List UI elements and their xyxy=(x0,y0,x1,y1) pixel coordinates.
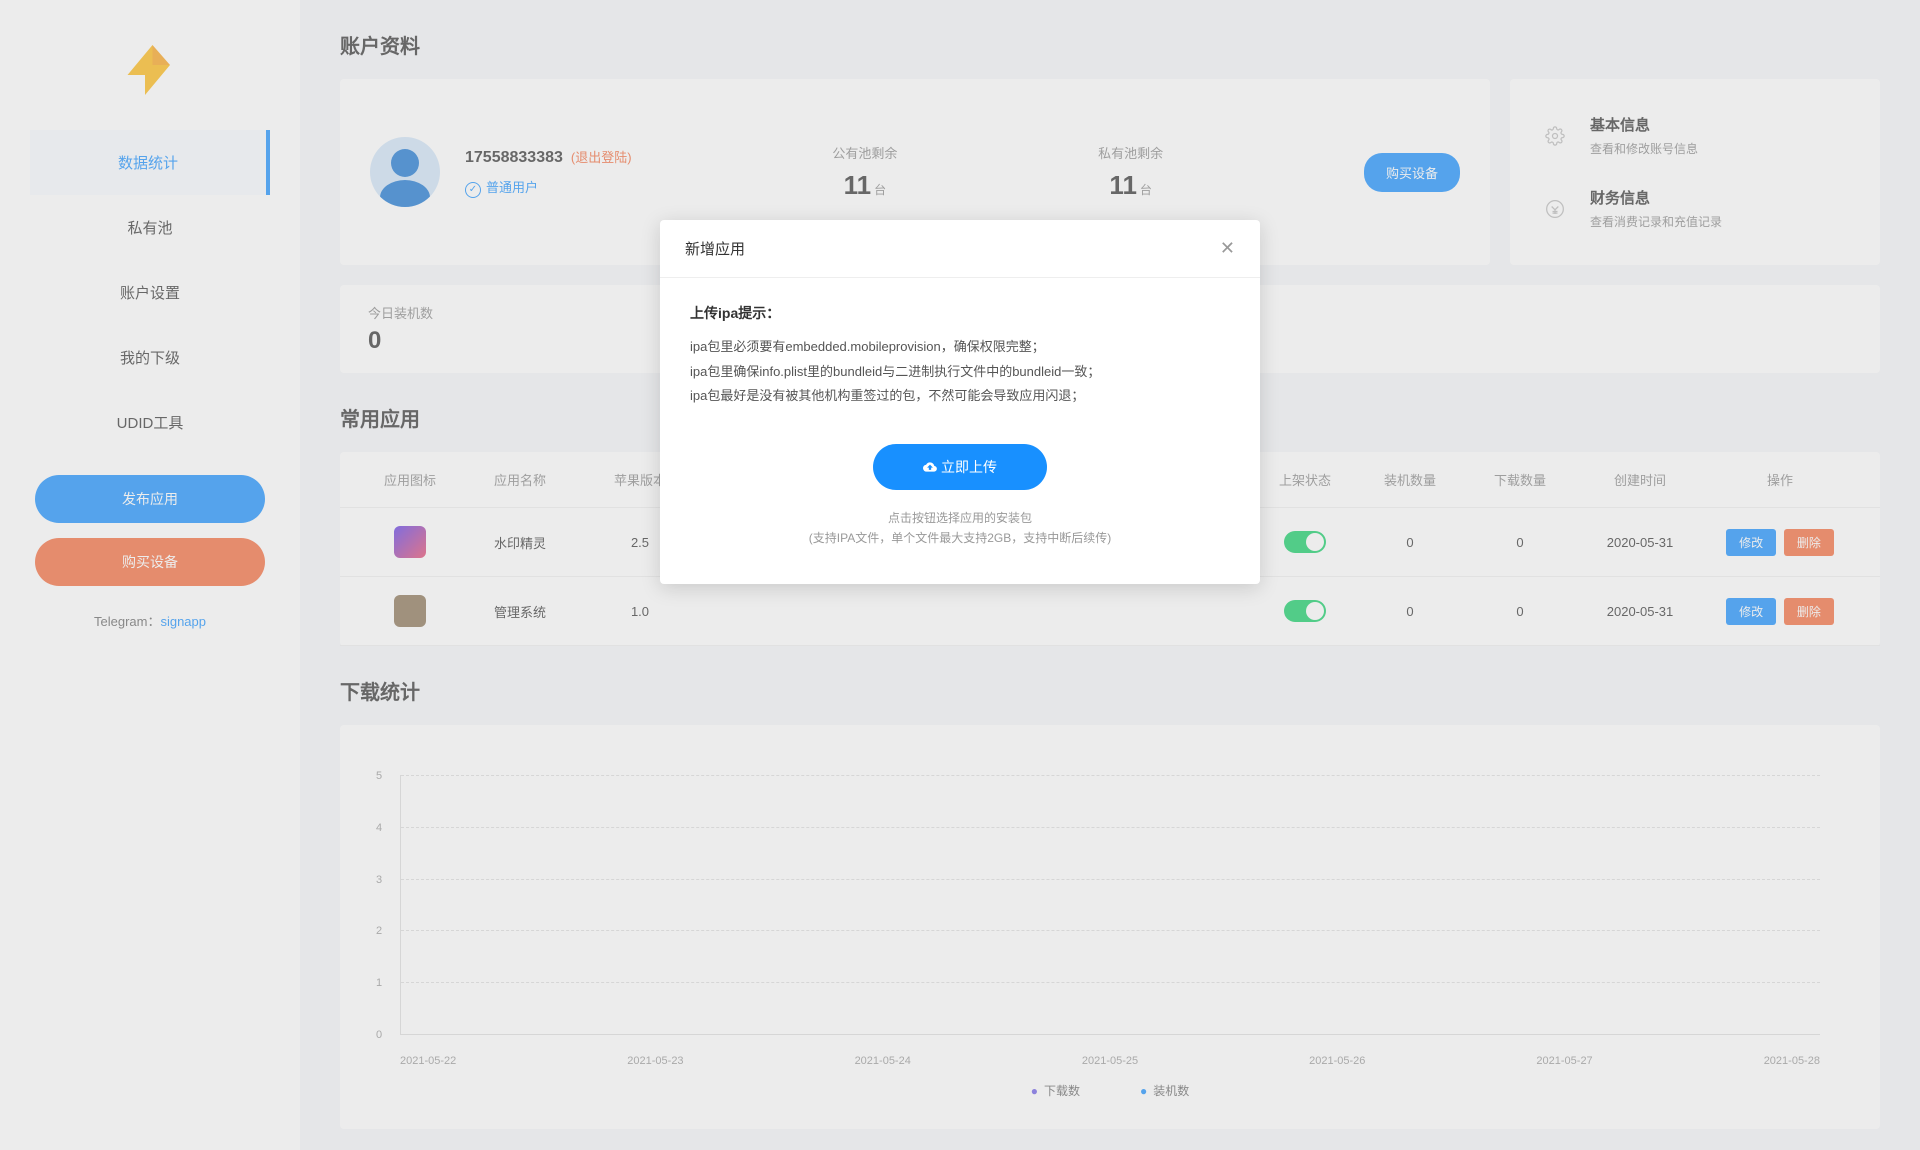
modal-overlay[interactable]: 新增应用 ✕ 上传ipa提示： ipa包里必须要有embedded.mobile… xyxy=(0,0,1920,1150)
upload-tip-title: 上传ipa提示： xyxy=(690,303,1230,323)
add-app-modal: 新增应用 ✕ 上传ipa提示： ipa包里必须要有embedded.mobile… xyxy=(660,220,1260,584)
modal-title: 新增应用 xyxy=(685,238,745,259)
upload-now-button[interactable]: 立即上传 xyxy=(873,444,1047,490)
close-icon[interactable]: ✕ xyxy=(1220,238,1235,259)
upload-hint: 点击按钮选择应用的安装包 (支持IPA文件，单个文件最大支持2GB，支持中断后续… xyxy=(690,508,1230,549)
